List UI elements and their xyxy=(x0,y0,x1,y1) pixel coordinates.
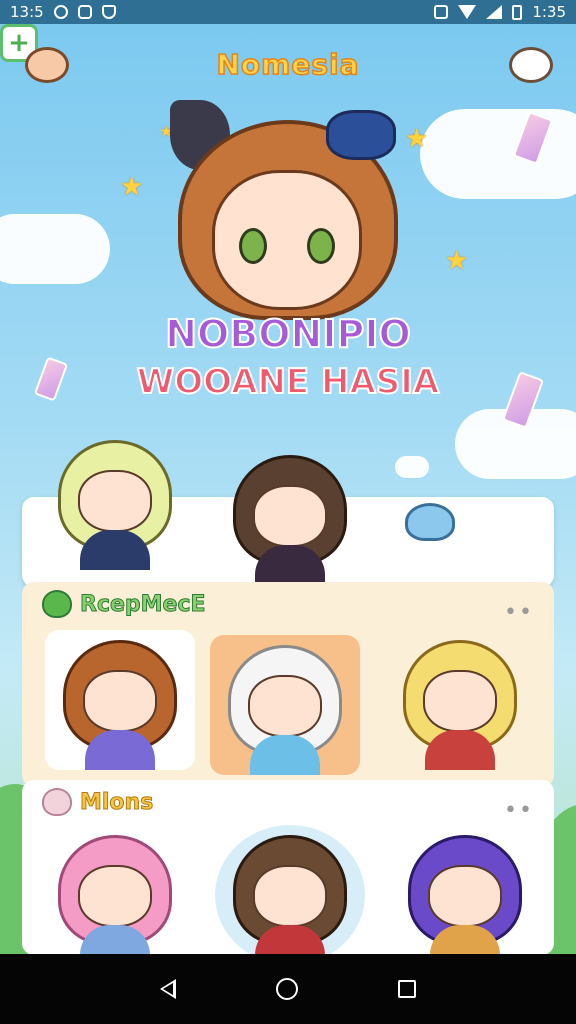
bow-ribbon xyxy=(326,110,396,160)
section-title: RcepMecE xyxy=(80,591,207,617)
section-header: RcepMecE xyxy=(42,590,206,618)
circle-icon xyxy=(53,5,68,19)
sticker-item[interactable] xyxy=(45,630,195,770)
mascot-icon xyxy=(509,47,553,83)
sticker-blonde-girl[interactable] xyxy=(40,430,190,570)
pink-heart-icon xyxy=(42,788,72,816)
star-icon: ★ xyxy=(445,246,469,276)
section-header: Mlons xyxy=(42,788,154,816)
sticker-item-selected[interactable] xyxy=(210,635,360,775)
more-button[interactable]: •• xyxy=(504,798,534,823)
sticker-cat-girl[interactable] xyxy=(215,445,365,585)
profile-button[interactable] xyxy=(506,40,556,90)
character-face xyxy=(212,170,362,310)
system-nav-bar xyxy=(0,954,576,1024)
status-bar: 13:5 1:35 xyxy=(0,0,576,24)
cloud xyxy=(0,214,110,284)
status-time-left: 13:5 xyxy=(10,3,44,21)
cloud xyxy=(395,456,429,478)
sticker-balloon[interactable] xyxy=(395,495,485,575)
sticker-item[interactable] xyxy=(40,825,190,965)
cloud xyxy=(420,109,576,199)
more-button[interactable]: •• xyxy=(504,600,534,625)
shield-icon xyxy=(101,5,116,19)
section-title: Mlons xyxy=(79,789,154,815)
star-icon: ★ xyxy=(120,172,144,202)
logo-line-2: WOOANE HASIA xyxy=(136,361,440,403)
mute-icon xyxy=(434,5,449,19)
sticker-item[interactable] xyxy=(390,825,540,965)
green-heart-icon xyxy=(42,590,72,618)
signal-icon xyxy=(77,5,92,19)
logo-line-1: NOBONIPIO xyxy=(164,311,412,357)
app-header: Nomesia + xyxy=(0,24,576,104)
sticker-item[interactable] xyxy=(385,630,535,770)
home-icon[interactable] xyxy=(276,978,298,1000)
character-eye xyxy=(239,228,267,264)
status-time-right: 1:35 xyxy=(532,3,566,21)
wifi-icon xyxy=(458,5,477,19)
battery-icon xyxy=(512,4,523,20)
character-eye xyxy=(307,228,335,264)
back-icon[interactable] xyxy=(160,979,176,999)
app-title: Nomesia xyxy=(216,47,360,82)
sticker-item[interactable] xyxy=(215,825,365,965)
cell-signal-icon xyxy=(486,5,503,19)
recent-apps-icon[interactable] xyxy=(398,980,416,998)
